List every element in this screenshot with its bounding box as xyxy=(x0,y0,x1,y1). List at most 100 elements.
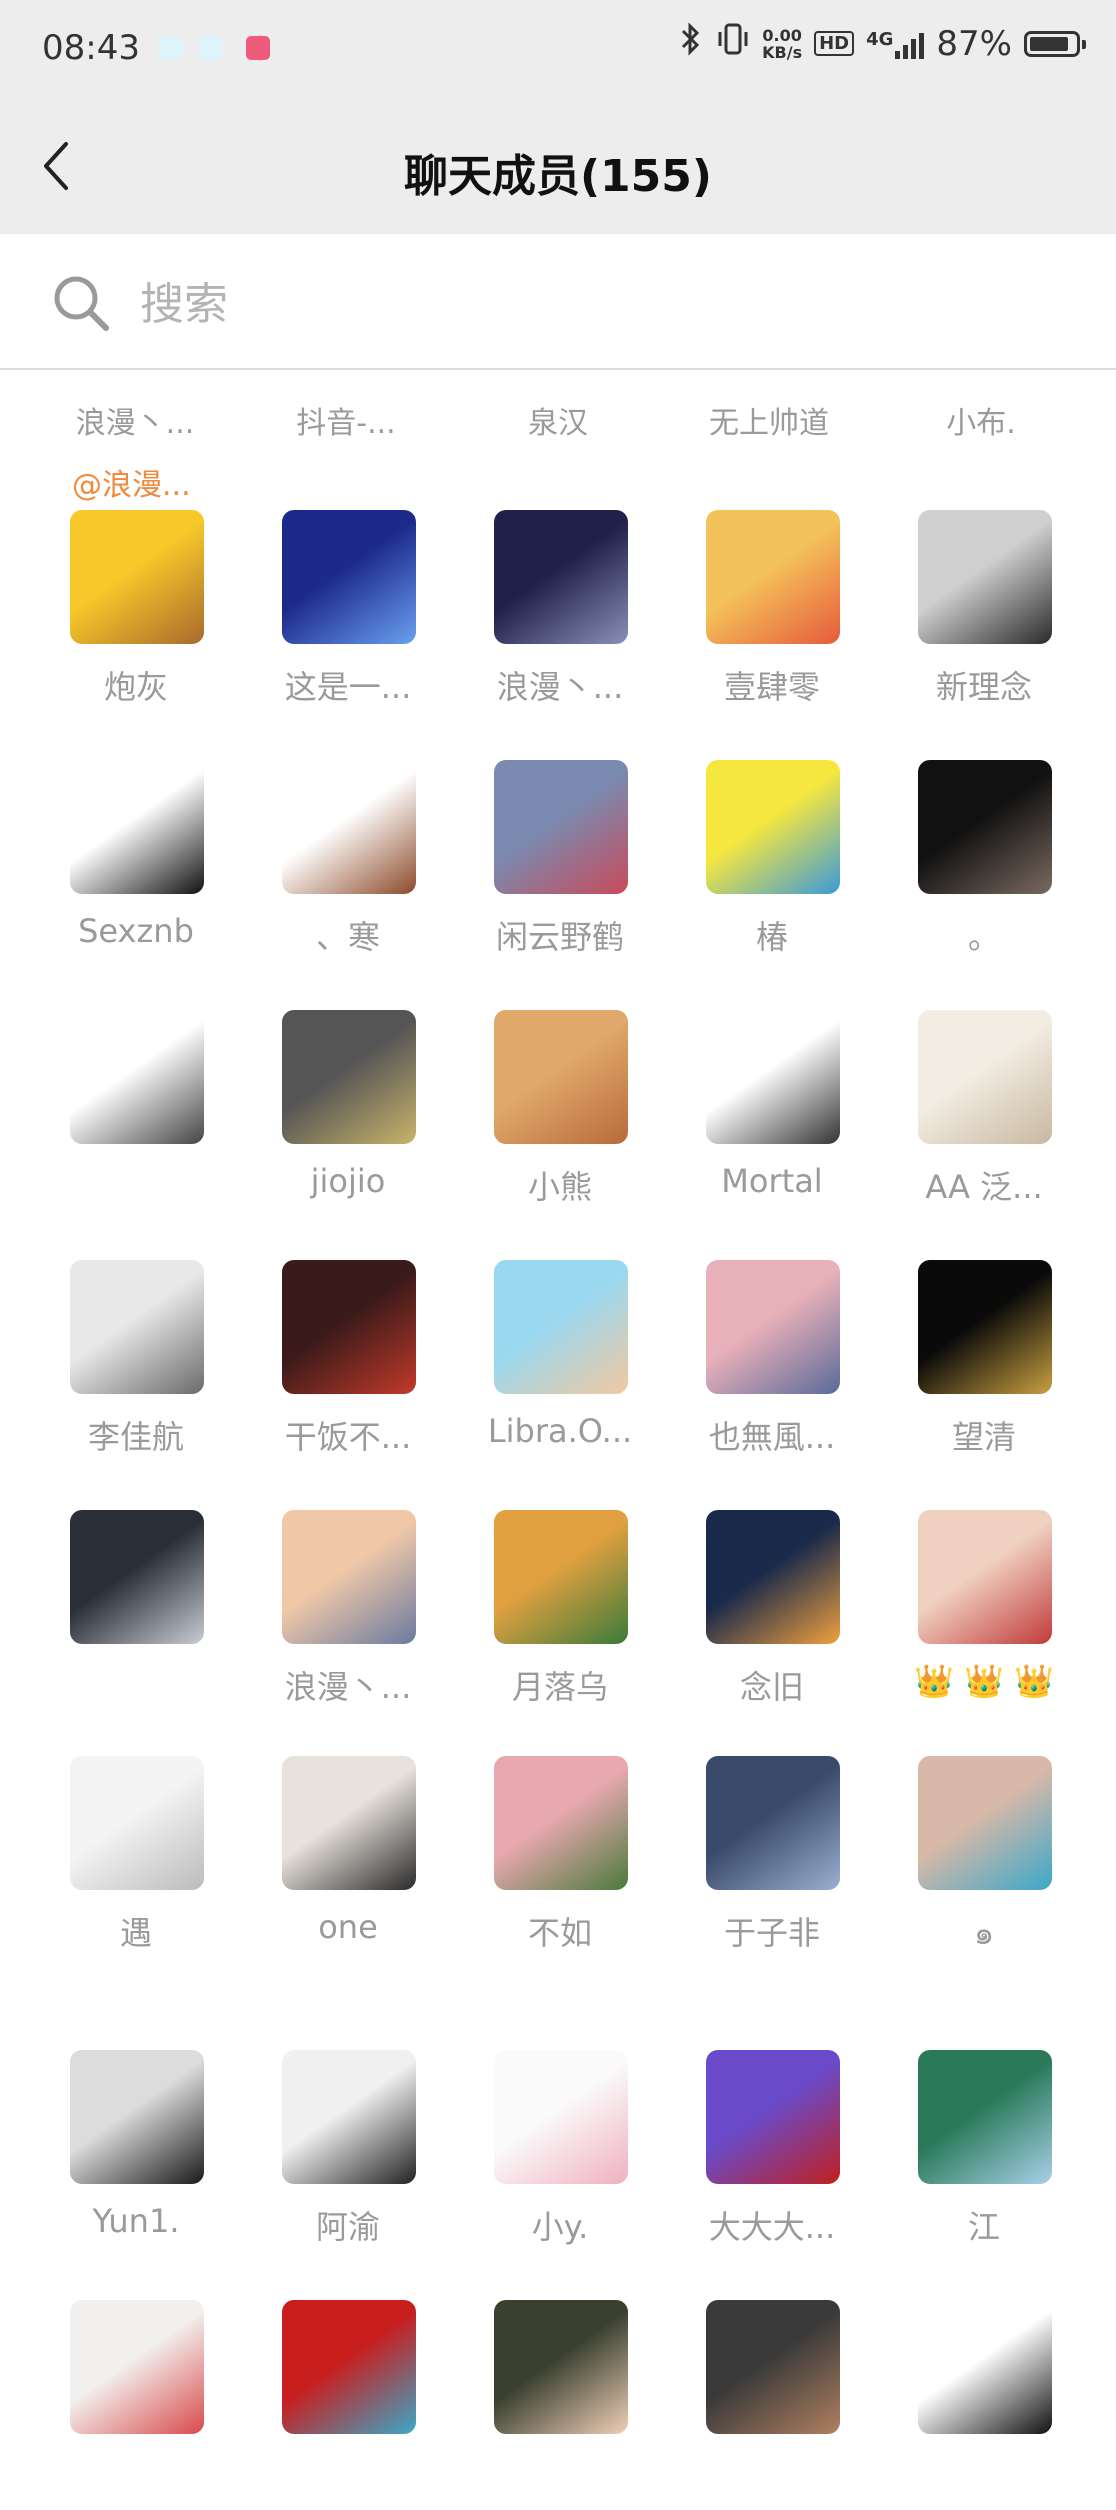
member-cell[interactable]: 大大大... xyxy=(666,2050,878,2260)
member-name: 望清 xyxy=(951,1418,1016,1456)
member-cell[interactable]: 月落乌 xyxy=(454,1510,666,1720)
member-cell[interactable]: 这是一... xyxy=(242,510,454,720)
member-cell[interactable]: 江 xyxy=(878,2050,1090,2260)
avatar[interactable] xyxy=(282,1510,416,1644)
search-input[interactable] xyxy=(138,268,1042,340)
member-cell[interactable]: 念旧 xyxy=(666,1510,878,1720)
member-cell[interactable]: 小y. xyxy=(454,2050,666,2260)
avatar[interactable] xyxy=(282,760,416,894)
avatar[interactable] xyxy=(282,1756,416,1890)
member-name: Yun1. xyxy=(92,2202,180,2240)
avatar[interactable] xyxy=(918,510,1052,644)
avatar[interactable] xyxy=(70,760,204,894)
avatar[interactable] xyxy=(494,510,628,644)
member-cell[interactable]: Libra.O... xyxy=(454,1260,666,1470)
member-cell[interactable]: 椿 xyxy=(666,760,878,970)
avatar[interactable] xyxy=(70,2300,204,2434)
member-cell[interactable]: 小熊 xyxy=(454,1010,666,1220)
avatar[interactable] xyxy=(282,2050,416,2184)
member-cell[interactable] xyxy=(30,2300,242,2510)
avatar[interactable] xyxy=(494,2300,628,2434)
avatar[interactable] xyxy=(282,1010,416,1144)
network-speed: 0.00 KB/s xyxy=(762,25,803,62)
member-cell[interactable] xyxy=(242,2300,454,2510)
battery-percent: 87% xyxy=(936,23,1012,64)
avatar[interactable] xyxy=(70,1010,204,1144)
member-cell[interactable]: Yun1. xyxy=(30,2050,242,2260)
avatar[interactable] xyxy=(918,2050,1052,2184)
avatar[interactable] xyxy=(706,1010,840,1144)
member-cell[interactable]: ๑ xyxy=(878,1756,1090,1966)
member-name: 于子非 xyxy=(723,1914,820,1952)
member-cell[interactable]: 不如 xyxy=(454,1756,666,1966)
avatar[interactable] xyxy=(282,1260,416,1394)
member-name: AA 泛... xyxy=(925,1168,1043,1206)
member-cell[interactable]: AA 泛... xyxy=(878,1010,1090,1220)
member-cell[interactable]: 阿渝 xyxy=(242,2050,454,2260)
member-cell[interactable]: 也無風... xyxy=(666,1260,878,1470)
avatar[interactable] xyxy=(706,1260,840,1394)
avatar[interactable] xyxy=(494,1510,628,1644)
member-cell[interactable]: 于子非 xyxy=(666,1756,878,1966)
avatar[interactable] xyxy=(918,760,1052,894)
avatar[interactable] xyxy=(918,1510,1052,1644)
avatar[interactable] xyxy=(918,1260,1052,1394)
member-name[interactable]: 抖音-... xyxy=(261,398,431,442)
member-cell[interactable]: 壹肆零 xyxy=(666,510,878,720)
avatar[interactable] xyxy=(282,2300,416,2434)
member-cell[interactable] xyxy=(666,2300,878,2510)
member-name[interactable]: 浪漫丶... xyxy=(50,398,220,442)
member-cell[interactable] xyxy=(878,2300,1090,2510)
member-cell[interactable] xyxy=(30,1510,242,1720)
avatar[interactable] xyxy=(70,510,204,644)
avatar[interactable] xyxy=(70,1510,204,1644)
member-cell[interactable]: 新理念 xyxy=(878,510,1090,720)
member-name[interactable]: 小布. xyxy=(896,398,1066,442)
avatar[interactable] xyxy=(494,2050,628,2184)
member-cell[interactable]: Sexznb xyxy=(30,760,242,970)
member-cell[interactable]: one xyxy=(242,1756,454,1966)
member-name[interactable]: 无上帅道 xyxy=(684,398,854,442)
avatar[interactable] xyxy=(70,1756,204,1890)
avatar[interactable] xyxy=(282,510,416,644)
member-name: 炮灰 xyxy=(103,668,168,706)
member-name: 👑 👑 👑 xyxy=(914,1662,1054,1700)
avatar[interactable] xyxy=(918,1756,1052,1890)
avatar[interactable] xyxy=(70,1260,204,1394)
search-icon xyxy=(54,276,109,331)
avatar[interactable] xyxy=(918,2300,1052,2434)
member-cell[interactable]: 浪漫丶... xyxy=(454,510,666,720)
member-cell[interactable]: 炮灰 xyxy=(30,510,242,720)
member-cell[interactable]: 望清 xyxy=(878,1260,1090,1470)
member-cell[interactable]: Mortal xyxy=(666,1010,878,1220)
avatar[interactable] xyxy=(706,2300,840,2434)
avatar[interactable] xyxy=(494,760,628,894)
status-time: 08:43 xyxy=(42,28,140,68)
avatar[interactable] xyxy=(706,510,840,644)
avatar[interactable] xyxy=(706,1510,840,1644)
member-cell[interactable] xyxy=(454,2300,666,2510)
member-cell[interactable]: 干饭不... xyxy=(242,1260,454,1470)
avatar[interactable] xyxy=(706,760,840,894)
member-cell[interactable]: 遇 xyxy=(30,1756,242,1966)
avatar[interactable] xyxy=(494,1756,628,1890)
member-name[interactable]: 泉汉 xyxy=(473,398,643,442)
member-name: 不如 xyxy=(527,1914,592,1952)
avatar[interactable] xyxy=(918,1010,1052,1144)
member-cell[interactable]: 李佳航 xyxy=(30,1260,242,1470)
member-name: one xyxy=(318,1908,378,1946)
member-name: 李佳航 xyxy=(87,1418,184,1456)
member-cell[interactable]: 👑 👑 👑 xyxy=(878,1510,1090,1720)
avatar[interactable] xyxy=(494,1010,628,1144)
member-cell[interactable]: 。 xyxy=(878,760,1090,970)
avatar[interactable] xyxy=(70,2050,204,2184)
avatar[interactable] xyxy=(494,1260,628,1394)
member-name: Sexznb xyxy=(78,912,194,950)
member-cell[interactable]: jiojio xyxy=(242,1010,454,1220)
member-cell[interactable]: 、寒 xyxy=(242,760,454,970)
avatar[interactable] xyxy=(706,2050,840,2184)
member-cell[interactable]: 闲云野鹤 xyxy=(454,760,666,970)
member-cell[interactable]: 浪漫丶... xyxy=(242,1510,454,1720)
member-cell[interactable] xyxy=(30,1010,242,1220)
avatar[interactable] xyxy=(706,1756,840,1890)
